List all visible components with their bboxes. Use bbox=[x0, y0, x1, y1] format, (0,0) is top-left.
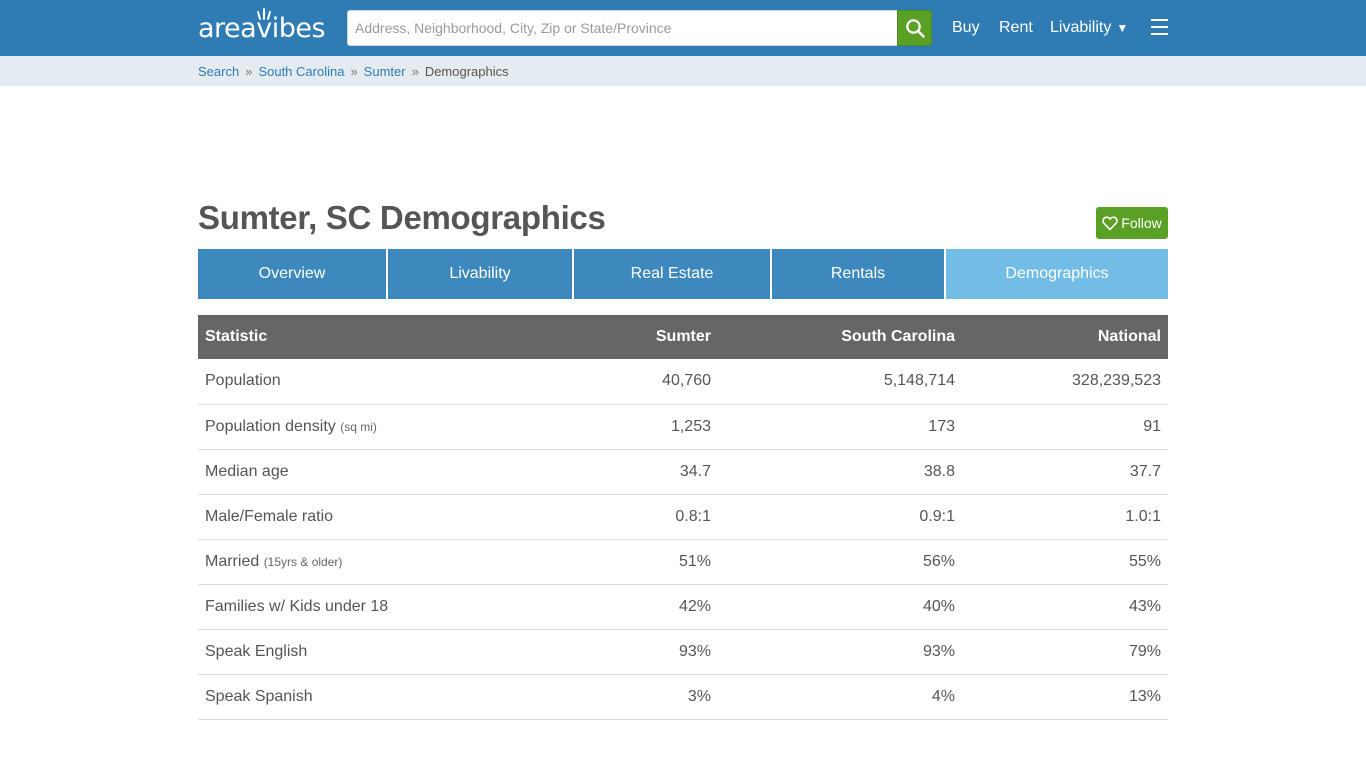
statistic-cell: Population density (sq mi) bbox=[198, 404, 518, 450]
statistic-label: Speak Spanish bbox=[205, 687, 313, 705]
tab-overview[interactable]: Overview bbox=[198, 249, 386, 299]
statistic-label: Speak English bbox=[205, 642, 308, 660]
nav-rent-link[interactable]: Rent bbox=[999, 0, 1033, 56]
follow-button[interactable]: Follow bbox=[1096, 207, 1168, 239]
column-header-sumter: Sumter bbox=[518, 315, 718, 359]
statistic-cell: Median age bbox=[198, 449, 518, 495]
south-carolina-value: 4% bbox=[718, 674, 962, 720]
statistic-cell: Married (15yrs & older) bbox=[198, 539, 518, 585]
statistic-note: (sq mi) bbox=[340, 419, 377, 434]
page-title: Sumter, SC Demographics bbox=[198, 199, 606, 236]
national-value: 79% bbox=[962, 629, 1168, 675]
table-row: Families w/ Kids under 18 42% 40% 43% bbox=[198, 584, 1168, 630]
table-row: Male/Female ratio 0.8:1 0.9:1 1.0:1 bbox=[198, 494, 1168, 540]
statistic-cell: Population bbox=[198, 359, 518, 405]
breadcrumb-sumter[interactable]: Sumter bbox=[364, 64, 406, 79]
search-bar bbox=[347, 10, 932, 46]
sumter-value: 0.8:1 bbox=[518, 494, 718, 540]
table-row: Married (15yrs & older) 51% 56% 55% bbox=[198, 539, 1168, 585]
breadcrumb-separator: » bbox=[411, 63, 419, 79]
hamburger-menu-icon[interactable] bbox=[1151, 19, 1169, 37]
statistic-cell: Speak English bbox=[198, 629, 518, 675]
sumter-value: 40,760 bbox=[518, 359, 718, 405]
sumter-value: 3% bbox=[518, 674, 718, 720]
top-navigation-bar: areavibes Buy Rent Livability ▼ bbox=[0, 0, 1366, 56]
nav-livability-dropdown[interactable]: Livability ▼ bbox=[1050, 0, 1128, 56]
search-button[interactable] bbox=[897, 10, 932, 46]
statistic-label: Male/Female ratio bbox=[205, 507, 334, 525]
statistic-label: Median age bbox=[205, 462, 289, 480]
follow-label: Follow bbox=[1121, 215, 1162, 231]
breadcrumb-south-carolina[interactable]: South Carolina bbox=[258, 64, 344, 79]
caret-down-icon: ▼ bbox=[1116, 21, 1129, 35]
south-carolina-value: 93% bbox=[718, 629, 962, 675]
south-carolina-value: 0.9:1 bbox=[718, 494, 962, 540]
breadcrumb-search[interactable]: Search bbox=[198, 64, 239, 79]
table-row: Population density (sq mi) 1,253 173 91 bbox=[198, 404, 1168, 450]
statistic-label: Married bbox=[205, 552, 260, 570]
table-header-row: Statistic Sumter South Carolina National bbox=[198, 315, 1168, 359]
statistic-cell: Families w/ Kids under 18 bbox=[198, 584, 518, 630]
tab-rentals[interactable]: Rentals bbox=[772, 249, 944, 299]
national-value: 37.7 bbox=[962, 449, 1168, 495]
table-row: Median age 34.7 38.8 37.7 bbox=[198, 449, 1168, 495]
breadcrumb-bar: Search » South Carolina » Sumter » Demog… bbox=[0, 56, 1366, 86]
section-tabs: Overview Livability Real Estate Rentals … bbox=[198, 249, 1168, 299]
sumter-value: 51% bbox=[518, 539, 718, 585]
statistic-label: Population bbox=[205, 372, 281, 390]
demographics-table: Statistic Sumter South Carolina National… bbox=[198, 315, 1168, 720]
sumter-value: 42% bbox=[518, 584, 718, 630]
south-carolina-value: 40% bbox=[718, 584, 962, 630]
statistic-note: (15yrs & older) bbox=[263, 554, 343, 569]
statistic-label: Population density bbox=[205, 417, 336, 435]
tab-real-estate[interactable]: Real Estate bbox=[574, 249, 770, 299]
sumter-value: 34.7 bbox=[518, 449, 718, 495]
nav-buy-link[interactable]: Buy bbox=[952, 0, 980, 56]
table-row: Population 40,760 5,148,714 328,239,523 bbox=[198, 359, 1168, 405]
nav-livability-label: Livability bbox=[1050, 19, 1112, 36]
national-value: 55% bbox=[962, 539, 1168, 585]
national-value: 328,239,523 bbox=[962, 359, 1168, 405]
breadcrumb-current: Demographics bbox=[424, 63, 509, 79]
table-row: Speak Spanish 3% 4% 13% bbox=[198, 674, 1168, 720]
south-carolina-value: 56% bbox=[718, 539, 962, 585]
breadcrumb-separator: » bbox=[350, 63, 358, 79]
national-value: 1.0:1 bbox=[962, 494, 1168, 540]
breadcrumb: Search » South Carolina » Sumter » Demog… bbox=[198, 56, 509, 86]
search-icon bbox=[905, 19, 925, 38]
sumter-value: 93% bbox=[518, 629, 718, 675]
search-input[interactable] bbox=[347, 10, 897, 46]
table-row: Speak English 93% 93% 79% bbox=[198, 629, 1168, 675]
column-header-statistic: Statistic bbox=[198, 315, 518, 359]
breadcrumb-separator: » bbox=[245, 63, 253, 79]
south-carolina-value: 38.8 bbox=[718, 449, 962, 495]
statistic-label: Families w/ Kids under 18 bbox=[205, 597, 389, 615]
column-header-south-carolina: South Carolina bbox=[718, 315, 962, 359]
heart-icon bbox=[1102, 215, 1119, 230]
column-header-national: National bbox=[962, 315, 1168, 359]
areavibes-logo[interactable]: areavibes bbox=[198, 8, 326, 44]
logo-rays-icon bbox=[257, 8, 271, 20]
national-value: 91 bbox=[962, 404, 1168, 450]
south-carolina-value: 5,148,714 bbox=[718, 359, 962, 405]
national-value: 43% bbox=[962, 584, 1168, 630]
statistic-cell: Speak Spanish bbox=[198, 674, 518, 720]
national-value: 13% bbox=[962, 674, 1168, 720]
sumter-value: 1,253 bbox=[518, 404, 718, 450]
statistic-cell: Male/Female ratio bbox=[198, 494, 518, 540]
south-carolina-value: 173 bbox=[718, 404, 962, 450]
tab-demographics[interactable]: Demographics bbox=[946, 249, 1168, 299]
tab-livability[interactable]: Livability bbox=[388, 249, 572, 299]
